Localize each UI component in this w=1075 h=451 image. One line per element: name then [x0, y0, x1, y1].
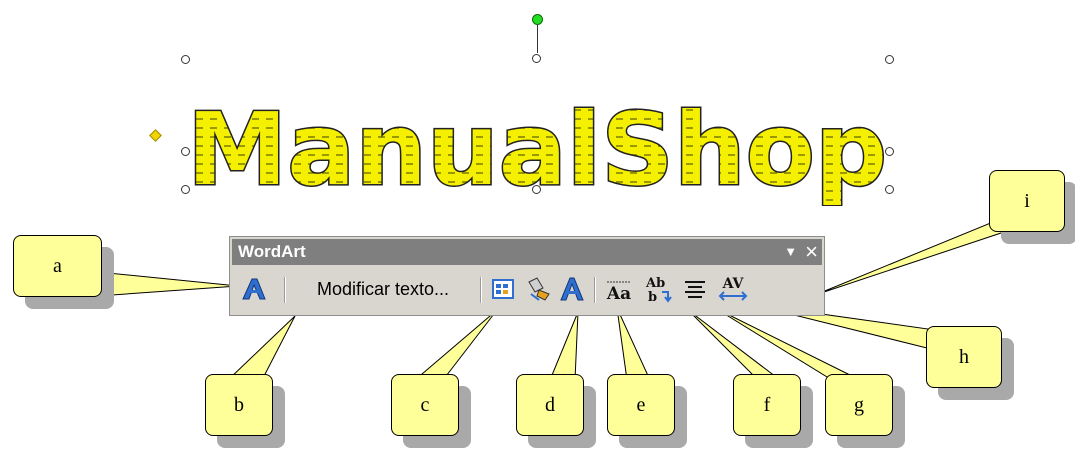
- callout-label: h: [959, 345, 969, 368]
- wordart-text: ManualShop: [187, 96, 887, 206]
- callout-e: e: [607, 374, 675, 436]
- vertical-text-icon: Ab b: [645, 276, 672, 304]
- resize-handle-top-center[interactable]: [532, 54, 541, 63]
- callout-i: i: [989, 170, 1065, 232]
- document-canvas: ManualShop WordArt ▼ × Modificar texto..…: [0, 0, 1075, 451]
- toolbar-title: WordArt: [238, 242, 306, 261]
- callout-label: b: [234, 393, 244, 416]
- wordart-gallery-button[interactable]: [488, 273, 520, 305]
- same-heights-glyph: Aa: [606, 284, 631, 303]
- callout-label: f: [763, 393, 771, 416]
- callout-tail-b: [226, 315, 296, 381]
- rotate-handle[interactable]: [532, 14, 543, 25]
- toolbar-separator: [284, 277, 286, 303]
- close-icon[interactable]: ×: [805, 239, 818, 265]
- callout-c: c: [391, 374, 459, 436]
- toolbar-titlebar[interactable]: WordArt ▼ ×: [232, 239, 822, 265]
- same-letter-heights-icon: Aa: [606, 281, 631, 303]
- format-wordart-button[interactable]: [522, 273, 554, 305]
- callout-label: g: [854, 393, 864, 416]
- toolbar-options-icon[interactable]: ▼: [784, 239, 797, 265]
- insert-wordart-button[interactable]: [238, 273, 270, 305]
- toolbar-separator: [480, 277, 482, 303]
- callout-a: a: [13, 235, 102, 297]
- callout-f: f: [733, 374, 801, 436]
- vertical-text-button[interactable]: Ab b: [640, 273, 674, 305]
- rotate-handle-stem: [537, 25, 538, 53]
- character-spacing-icon: AV: [718, 276, 748, 301]
- wordart-object[interactable]: ManualShop: [180, 96, 895, 206]
- callout-h: h: [926, 326, 1002, 388]
- wordart-shape-button[interactable]: [556, 273, 588, 305]
- callout-tail-d: [549, 311, 579, 381]
- callout-label: d: [545, 393, 555, 416]
- edit-text-label: Modificar texto...: [316, 278, 450, 299]
- same-letter-heights-button[interactable]: Aa: [602, 273, 636, 305]
- alignment-icon: [685, 281, 705, 298]
- wordart-gallery-icon: [492, 279, 514, 299]
- vertical-text-glyph: Ab: [645, 276, 665, 291]
- spacing-glyph: AV: [722, 276, 745, 292]
- character-spacing-button[interactable]: AV: [714, 273, 752, 305]
- callout-tail-f: [687, 309, 782, 381]
- edit-text-button[interactable]: Modificar texto...: [292, 273, 474, 305]
- callout-tail-a: [97, 271, 239, 297]
- callout-b: b: [205, 374, 273, 436]
- callout-label: a: [53, 254, 62, 277]
- toolbar-separator: [594, 277, 596, 303]
- callout-tail-e: [616, 307, 651, 381]
- callout-label: c: [420, 393, 430, 416]
- callout-label: e: [636, 393, 646, 416]
- wordart-toolbar: WordArt ▼ × Modificar texto... Aa Ab b A…: [229, 236, 825, 316]
- callout-tail-c: [413, 309, 498, 381]
- callout-tail-i: [814, 221, 1012, 296]
- callout-label: i: [1024, 189, 1030, 212]
- alignment-button[interactable]: [678, 273, 712, 305]
- resize-handle-top-right[interactable]: [885, 55, 894, 64]
- svg-text:b: b: [648, 290, 657, 304]
- format-wordart-icon: [528, 277, 550, 301]
- callout-g: g: [825, 374, 893, 436]
- resize-handle-top-left[interactable]: [181, 55, 190, 64]
- toolbar-buttons: Modificar texto... Aa Ab b AV: [232, 267, 822, 312]
- insert-wordart-icon: [242, 278, 266, 300]
- wordart-shape-icon: [560, 277, 584, 301]
- callout-d: d: [516, 374, 584, 436]
